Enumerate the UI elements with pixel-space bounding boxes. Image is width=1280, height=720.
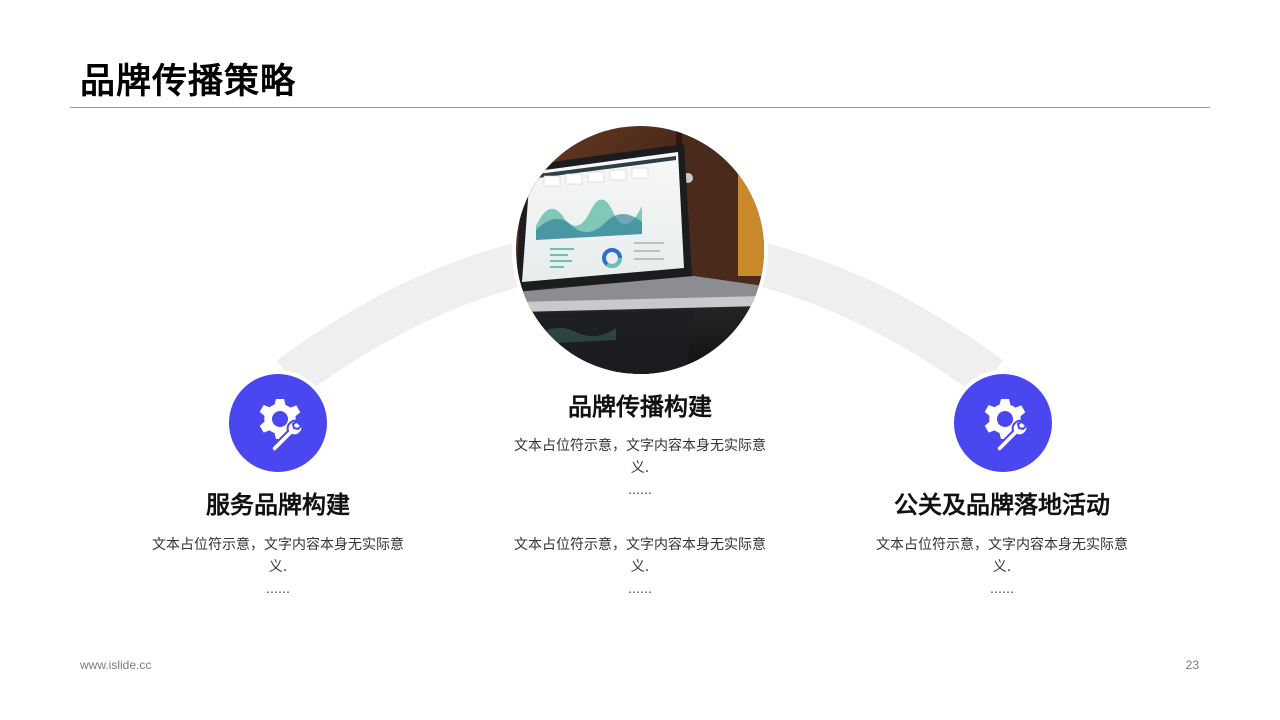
center-body-1-ellipsis: …… — [628, 483, 652, 497]
right-heading: 公关及品牌落地活动 — [894, 491, 1110, 519]
center-body-1: 文本占位符示意，文字内容本身无实际意义. …… — [510, 435, 770, 501]
gear-wrench-icon — [259, 399, 304, 453]
left-body-ellipsis: …… — [266, 582, 290, 596]
laptop-analytics-photo — [512, 122, 768, 378]
page-number: 23 — [1185, 658, 1199, 672]
center-heading: 品牌传播构建 — [568, 393, 712, 421]
gear-wrench-icon — [984, 399, 1029, 453]
center-body-2-text: 文本占位符示意，文字内容本身无实际意义. — [514, 537, 766, 575]
center-body-2: 文本占位符示意，文字内容本身无实际意义. …… — [510, 534, 770, 600]
right-body: 文本占位符示意，文字内容本身无实际意义. …… — [872, 534, 1132, 600]
center-body-2-ellipsis: …… — [628, 582, 652, 596]
pr-brand-icon-circle — [950, 370, 1056, 476]
right-body-text: 文本占位符示意，文字内容本身无实际意义. — [876, 537, 1128, 575]
left-heading: 服务品牌构建 — [206, 491, 350, 519]
center-body-1-text: 文本占位符示意，文字内容本身无实际意义. — [514, 438, 766, 476]
slide: 品牌传播策略 品牌传播构建 文本占位符示意，文字内容本身无实际意义. …… 文本… — [0, 0, 1280, 720]
left-body-text: 文本占位符示意，文字内容本身无实际意义. — [152, 537, 404, 575]
service-brand-icon-circle — [225, 370, 331, 476]
right-body-ellipsis: …… — [990, 582, 1014, 596]
footer-url: www.islide.cc — [80, 658, 152, 672]
laptop-photo-image — [516, 126, 764, 374]
left-body: 文本占位符示意，文字内容本身无实际意义. …… — [148, 534, 408, 600]
